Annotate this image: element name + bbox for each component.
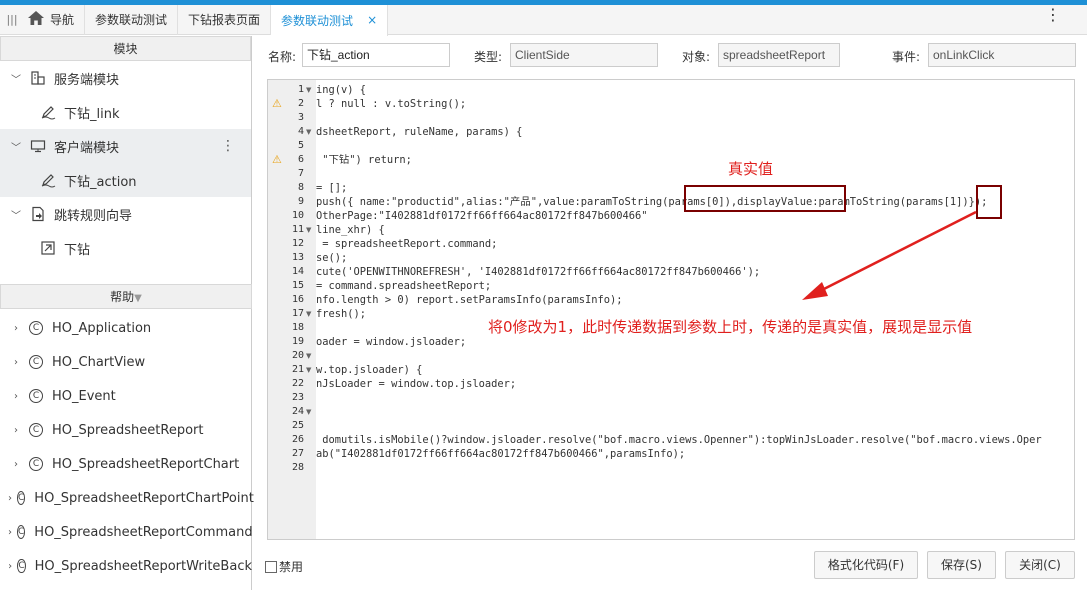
format-code-button[interactable]: 格式化代码(F)	[814, 551, 918, 579]
annotation-arrow	[802, 210, 977, 300]
save-button[interactable]: 保存(S)	[927, 551, 996, 579]
disable-checkbox[interactable]: 禁用	[265, 558, 303, 575]
disable-label: 禁用	[279, 560, 304, 574]
close-button[interactable]: 关闭(C)	[1005, 551, 1075, 579]
checkbox-box[interactable]	[265, 560, 277, 573]
annotation-note: 将0修改为1，此时传递数据到参数上时，传递的是真实值，展现是显示值	[488, 318, 973, 336]
